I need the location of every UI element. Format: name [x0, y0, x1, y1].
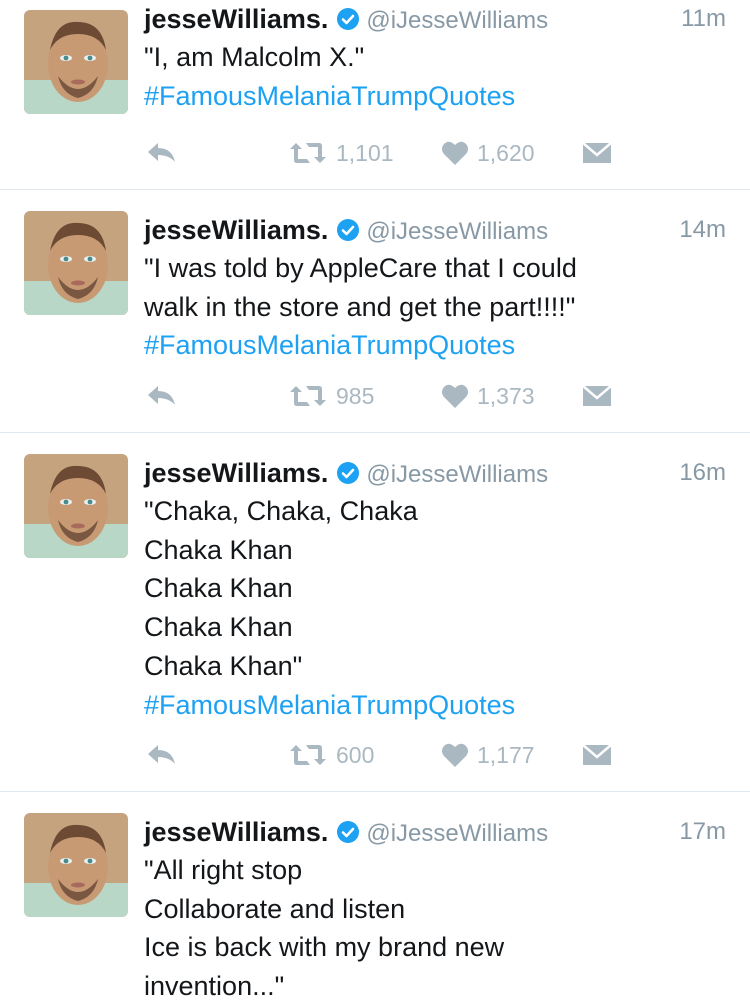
tweet-header: jesseWilliams. @iJesseWilliams 14m	[144, 211, 726, 249]
tweet-text-line: Collaborate and listen	[144, 893, 406, 924]
tweet[interactable]: jesseWilliams. @iJesseWilliams 14m "I was…	[0, 190, 750, 433]
display-name[interactable]: jesseWilliams.	[144, 458, 328, 488]
tweet-text-line: invention..."	[144, 971, 285, 1002]
direct-message-icon	[582, 385, 612, 406]
username[interactable]: @iJesseWilliams	[366, 461, 548, 488]
reply-icon	[148, 143, 175, 162]
timestamp[interactable]: 11m	[681, 0, 726, 38]
tweet-header: jesseWilliams. @iJesseWilliams 17m	[144, 813, 726, 851]
tweet-text-line: "I, am Malcolm X."	[144, 42, 365, 72]
reply-button[interactable]	[146, 379, 178, 413]
timestamp[interactable]: 14m	[679, 211, 726, 249]
avatar[interactable]	[24, 813, 128, 917]
display-name[interactable]: jesseWilliams.	[144, 817, 328, 847]
tweet-text-line: "All right stop	[144, 855, 303, 885]
like-count: 1,620	[477, 139, 535, 166]
hashtag-link[interactable]: #FamousMelaniaTrumpQuotes	[144, 77, 726, 116]
direct-message-button[interactable]	[582, 379, 612, 413]
tweet[interactable]: jesseWilliams. @iJesseWilliams 16m "Chaka…	[0, 433, 750, 792]
retweet-button[interactable]: 985	[288, 379, 374, 413]
tweet-text: "I, am Malcolm X."	[144, 38, 726, 77]
heart-icon	[442, 141, 468, 165]
avatar[interactable]	[24, 211, 128, 315]
tweet-text: "Chaka, Chaka, Chaka Chaka Khan Chaka Kh…	[144, 492, 726, 686]
tweet[interactable]: jesseWilliams. @iJesseWilliams 11m "I, am…	[0, 0, 750, 190]
retweet-icon	[290, 143, 326, 163]
timestamp[interactable]: 17m	[679, 813, 726, 851]
username[interactable]: @iJesseWilliams	[366, 7, 548, 34]
reply-icon	[148, 745, 175, 764]
tweet-actions: 600 1,177	[144, 738, 624, 772]
reply-icon	[148, 386, 175, 405]
verified-badge-icon	[336, 461, 360, 485]
avatar-image	[24, 10, 128, 114]
display-name[interactable]: jesseWilliams.	[144, 215, 328, 245]
verified-badge-icon	[336, 820, 360, 844]
retweet-count: 1,101	[336, 139, 394, 166]
avatar-image	[24, 211, 128, 315]
tweet-text-line: walk in the store and get the part!!!!"	[144, 291, 576, 322]
avatar-image	[24, 454, 128, 558]
retweet-icon	[290, 386, 326, 406]
tweet-text: "I was told by AppleCare that I could wa…	[144, 249, 726, 326]
heart-icon	[442, 743, 468, 767]
tweet-text-line: "I was told by AppleCare that I could	[144, 253, 577, 283]
avatar-image	[24, 813, 128, 917]
tweet-header: jesseWilliams. @iJesseWilliams 16m	[144, 454, 726, 492]
retweet-count: 600	[336, 741, 375, 768]
hashtag-link[interactable]: #FamousMelaniaTrumpQuotes	[144, 686, 726, 725]
retweet-button[interactable]: 600	[288, 738, 374, 772]
username[interactable]: @iJesseWilliams	[366, 218, 548, 245]
tweet-actions: 1,101 1,620	[144, 136, 624, 170]
verified-badge-icon	[336, 7, 360, 31]
display-name[interactable]: jesseWilliams.	[144, 4, 328, 34]
like-count: 1,373	[477, 382, 535, 409]
retweet-count: 985	[336, 382, 375, 409]
like-button[interactable]: 1,373	[441, 379, 535, 413]
avatar[interactable]	[24, 454, 128, 558]
reply-button[interactable]	[146, 136, 178, 170]
direct-message-icon	[582, 142, 612, 163]
direct-message-icon	[582, 744, 612, 765]
tweet-text-line: Chaka Khan	[144, 534, 293, 565]
like-count: 1,177	[477, 741, 535, 768]
retweet-icon	[290, 745, 326, 765]
retweet-button[interactable]: 1,101	[288, 136, 394, 170]
direct-message-button[interactable]	[582, 136, 612, 170]
like-button[interactable]: 1,177	[441, 738, 535, 772]
tweet-actions: 985 1,373	[144, 379, 624, 413]
reply-button[interactable]	[146, 738, 178, 772]
tweet-text-line: Ice is back with my brand new	[144, 932, 505, 963]
verified-badge-icon	[336, 218, 360, 242]
tweet-text-line: Chaka Khan	[144, 573, 293, 604]
username[interactable]: @iJesseWilliams	[366, 820, 548, 847]
like-button[interactable]: 1,620	[441, 136, 535, 170]
direct-message-button[interactable]	[582, 738, 612, 772]
tweet-text-line: "Chaka, Chaka, Chaka	[144, 496, 418, 526]
tweet[interactable]: jesseWilliams. @iJesseWilliams 17m "All r…	[0, 792, 750, 1001]
tweet-text-line: Chaka Khan"	[144, 650, 303, 681]
avatar[interactable]	[24, 10, 128, 114]
timestamp[interactable]: 16m	[679, 454, 726, 492]
tweet-text: "All right stop Collaborate and listen I…	[144, 851, 726, 1006]
tweet-header: jesseWilliams. @iJesseWilliams 11m	[144, 0, 726, 38]
tweet-text-line: Chaka Khan	[144, 612, 293, 643]
heart-icon	[442, 384, 468, 408]
hashtag-link[interactable]: #FamousMelaniaTrumpQuotes	[144, 326, 726, 365]
